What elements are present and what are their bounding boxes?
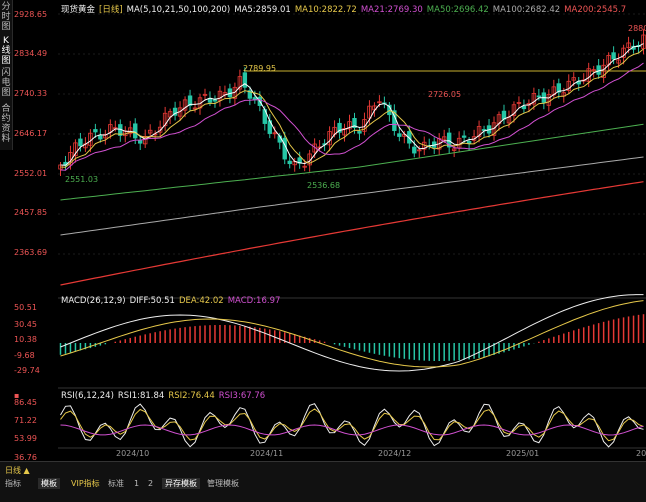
high-annotation: 2726.05 — [428, 90, 462, 99]
macd-tick: -29.74 — [14, 366, 40, 375]
instrument-title: 现货黄金 — [61, 5, 96, 15]
candle-body — [98, 135, 103, 140]
date-tick: 2024/11 — [250, 449, 284, 458]
ma5-value: MA5:2859.01 — [234, 5, 291, 15]
rsi-tick: 71.22 — [14, 416, 37, 425]
tab-kline[interactable]: K线图 — [0, 36, 12, 66]
tab-page-2[interactable]: 2 — [145, 478, 156, 489]
price-tick: 2457.85 — [14, 208, 48, 217]
candle-body — [287, 160, 292, 165]
ma100-value: MA100:2682.42 — [492, 5, 561, 15]
rsi3-value: RSI3:67.76 — [218, 391, 266, 401]
rsi-label: RSI(6,12,24) — [61, 391, 114, 401]
ma-legend: 现货黄金 [日线] MA(5,10,21,50,100,200) MA5:2859.0… — [61, 3, 630, 15]
macd-label: MACD(26,12,9) — [61, 296, 126, 306]
candle-body — [138, 140, 143, 144]
price-tick: 2552.01 — [14, 169, 48, 178]
candle-body — [596, 65, 601, 75]
high-annotation: 2880 — [628, 24, 646, 33]
price-tick: 2928.65 — [14, 10, 48, 19]
left-view-tabs: 分时图 K线图 闪电图 合约资料 — [0, 0, 13, 150]
candle-body — [212, 99, 218, 102]
tab-page-1[interactable]: 1 — [131, 478, 142, 489]
date-tick: 20 — [636, 449, 646, 458]
macd-axis: 50.51 30.45 10.38 -9.68 -29.74 — [14, 300, 58, 390]
ma21-value: MA21:2769.30 — [360, 5, 423, 15]
tab-contract-info[interactable]: 合约资料 — [0, 104, 12, 144]
price-tick: 2363.69 — [14, 248, 48, 257]
indicator-close-icon[interactable]: ▪ — [14, 391, 19, 400]
ma50-value: MA50:2696.42 — [426, 5, 489, 15]
macd-value: MACD:16.97 — [227, 296, 281, 306]
ma10-value: MA10:2822.72 — [294, 5, 357, 15]
rsi2-value: RSI2:76.44 — [168, 391, 215, 401]
chart-area[interactable]: 现货黄金 [日线] MA(5,10,21,50,100,200) MA5:2859.0… — [58, 0, 646, 470]
macd-tick: 30.45 — [14, 320, 37, 329]
macd-tick: 10.38 — [14, 335, 37, 344]
tab-indicators[interactable]: 指标 — [2, 478, 24, 489]
low-annotation: 2551.03 — [65, 175, 99, 184]
rsi-axis: 86.45 71.22 53.99 36.76 — [14, 390, 58, 462]
macd-tick: 50.51 — [14, 303, 37, 312]
candle-body — [466, 140, 472, 144]
rsi-tick: 53.99 — [14, 434, 37, 443]
macd-dea: DEA:42.02 — [178, 296, 224, 306]
candle-body — [412, 146, 417, 154]
high-annotation: 2789.95 — [243, 64, 277, 73]
candle-body — [357, 131, 362, 134]
macd-tick: -9.68 — [14, 351, 35, 360]
tab-vip-indicators[interactable]: VIP指标 — [68, 478, 103, 489]
macd-diff: DIFF:50.51 — [129, 296, 175, 306]
candle-body — [397, 133, 402, 137]
period-selector[interactable]: 日线 ▲ — [2, 465, 33, 476]
ma21-line — [60, 62, 644, 171]
price-tick: 2834.49 — [14, 49, 48, 58]
date-axis: 2024/10 2024/11 2024/12 2025/01 20 — [58, 449, 646, 461]
candle-body — [282, 137, 287, 160]
price-tick: 2740.33 — [14, 89, 48, 98]
rsi1-value: RSI1:81.84 — [117, 391, 165, 401]
candle-body — [536, 95, 542, 98]
manage-templates-button[interactable]: 管理模板 — [204, 478, 242, 489]
candle-body — [78, 138, 83, 147]
price-tick: 2646.17 — [14, 129, 48, 138]
bottom-toolbar: 日线 ▲ 指标 模板 VIP指标 标准 1 2 异存模板 管理模板 — [0, 461, 646, 502]
low-annotation: 2536.68 — [307, 181, 341, 190]
candle-body — [133, 123, 138, 139]
price-axis: 2928.65 2834.49 2740.33 2646.17 2552.01 … — [14, 0, 58, 300]
ma5-line — [60, 43, 644, 166]
save-template-button[interactable]: 异存模板 — [162, 478, 200, 489]
date-tick: 2024/10 — [116, 449, 150, 458]
tab-flash[interactable]: 闪电图 — [0, 68, 12, 98]
macd-diff-line — [60, 294, 644, 372]
candle-body — [521, 105, 527, 110]
date-tick: 2025/01 — [506, 449, 540, 458]
date-tick: 2024/12 — [378, 449, 412, 458]
tab-templates[interactable]: 模板 — [38, 478, 60, 489]
candle-body — [461, 135, 467, 138]
tab-timeshare[interactable]: 分时图 — [0, 2, 12, 32]
rsi-legend: RSI(6,12,24) RSI1:81.84 RSI2:76.44 RSI3:67.… — [61, 391, 269, 401]
macd-legend: MACD(26,12,9) DIFF:50.51 DEA:42.02 MACD:16.… — [61, 296, 284, 306]
candle-body — [611, 52, 616, 60]
tab-standard[interactable]: 标准 — [105, 478, 127, 489]
macd-dea-line — [60, 300, 644, 368]
period-label: [日线] — [99, 5, 123, 15]
ma-params: MA(5,10,21,50,100,200) — [126, 5, 231, 15]
ma50-line — [60, 123, 644, 201]
ma200-line — [60, 181, 644, 286]
candle-body — [93, 129, 98, 133]
ma200-value: MA200:2545.7 — [564, 5, 627, 15]
ma10-line — [60, 48, 644, 168]
